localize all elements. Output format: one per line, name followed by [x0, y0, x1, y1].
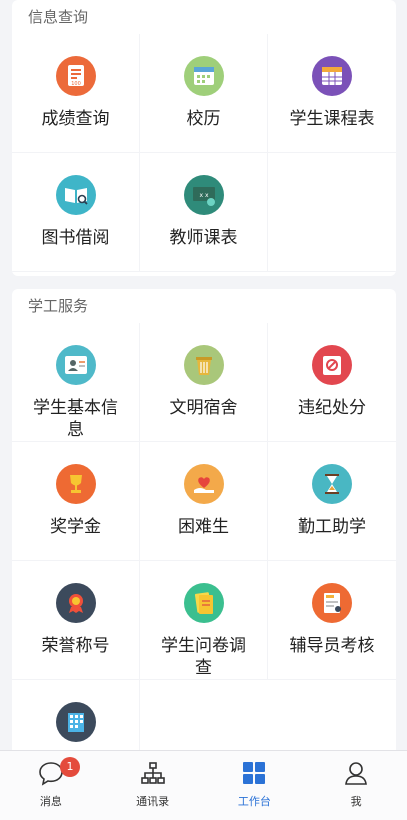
bottom-tab-bar: 1 消息 通讯录 工作台 我	[0, 750, 407, 820]
student-survey-tile[interactable]: 学生问卷调查	[140, 561, 268, 680]
tile-label: 困难生	[178, 517, 229, 537]
tile-label: 成绩查询	[41, 109, 110, 129]
info-query-card: 信息查询 100 成绩查询 校历 学生课程表 图书借阅 x x 教师课表	[12, 0, 396, 276]
tile-label: 辅导员考核	[289, 636, 375, 656]
tile-label: 校历	[186, 109, 221, 129]
student-service-card: 学工服务 学生基本信息 文明宿舍 违纪处分 奖学金 困难生 勤工助学 荣誉称号 …	[12, 289, 396, 759]
section-title: 信息查询	[28, 8, 89, 26]
tile-label: 学生基本信息	[33, 398, 118, 440]
person-icon	[345, 762, 368, 785]
grid-icon	[243, 762, 266, 784]
counselor-exam-icon	[312, 583, 352, 623]
tile-label: 荣誉称号	[41, 636, 110, 656]
building-tile[interactable]	[12, 680, 140, 759]
svg-text:x x: x x	[199, 192, 208, 199]
calendar-icon	[183, 56, 224, 96]
hourglass-icon	[312, 464, 352, 504]
civil-dorm-tile[interactable]: 文明宿舍	[140, 323, 268, 442]
tab-label: 通讯录	[136, 795, 170, 808]
tab-workbench[interactable]: 工作台	[204, 751, 306, 820]
empty-tile	[268, 153, 396, 272]
score-query-tile[interactable]: 100 成绩查询	[12, 34, 140, 153]
tile-label: 勤工助学	[298, 517, 366, 537]
violation-icon	[312, 345, 352, 385]
teacher-timetable-tile[interactable]: x x 教师课表	[140, 153, 268, 272]
dorm-bin-icon	[183, 345, 224, 385]
scholarship-tile[interactable]: 奖学金	[12, 442, 140, 561]
building-icon	[55, 702, 96, 742]
work-study-tile[interactable]: 勤工助学	[268, 442, 396, 561]
medal-icon	[55, 583, 96, 623]
helping-hand-icon	[183, 464, 224, 504]
honor-title-tile[interactable]: 荣誉称号	[12, 561, 140, 680]
library-borrow-tile[interactable]: 图书借阅	[12, 153, 140, 272]
tab-messages[interactable]: 1 消息	[0, 751, 102, 820]
counselor-assessment-tile[interactable]: 辅导员考核	[268, 561, 396, 680]
tile-label: 学生问卷调查	[161, 636, 246, 678]
score-report-icon: 100	[55, 56, 96, 96]
tab-label: 工作台	[237, 795, 271, 808]
org-chart-icon	[140, 762, 165, 784]
school-calendar-tile[interactable]: 校历	[140, 34, 268, 153]
needy-student-tile[interactable]: 困难生	[140, 442, 268, 561]
tab-label: 消息	[39, 795, 62, 808]
book-search-icon	[55, 175, 96, 215]
tile-label: 教师课表	[169, 228, 238, 248]
student-timetable-tile[interactable]: 学生课程表	[268, 34, 396, 153]
student-profile-icon	[55, 345, 96, 385]
unread-badge: 1	[60, 757, 80, 777]
tile-label: 学生课程表	[289, 109, 375, 129]
tile-label: 文明宿舍	[169, 398, 238, 418]
discipline-tile[interactable]: 违纪处分	[268, 323, 396, 442]
tab-label: 我	[350, 795, 362, 808]
section-title: 学工服务	[28, 297, 89, 315]
tab-me[interactable]: 我	[305, 751, 407, 820]
timetable-icon	[312, 56, 352, 96]
survey-icon	[183, 583, 224, 623]
teacher-board-icon: x x	[183, 175, 224, 215]
tile-label: 图书借阅	[41, 228, 110, 248]
tile-label: 奖学金	[50, 517, 101, 537]
trophy-icon	[55, 464, 96, 504]
tile-label: 违纪处分	[298, 398, 366, 418]
student-info-tile[interactable]: 学生基本信息	[12, 323, 140, 442]
tab-contacts[interactable]: 通讯录	[102, 751, 204, 820]
svg-text:100: 100	[71, 81, 81, 87]
